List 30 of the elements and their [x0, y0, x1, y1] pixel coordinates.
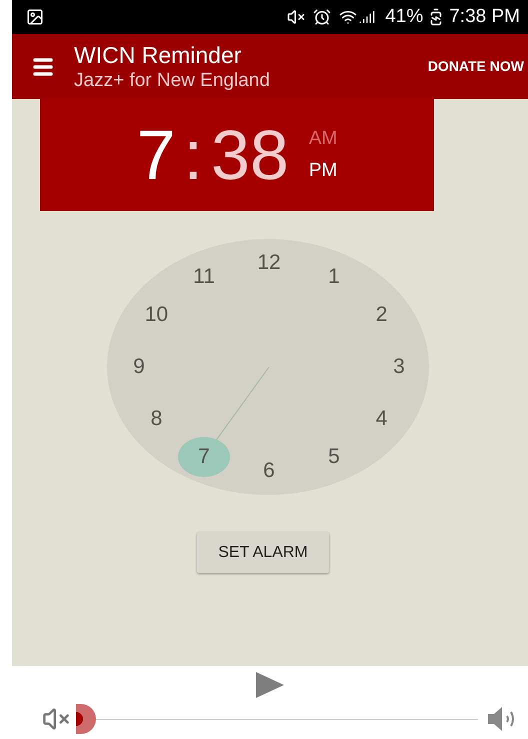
clock-number[interactable]: 5 [319, 444, 349, 470]
hour-display[interactable]: 7 [136, 120, 176, 190]
clock-number[interactable]: 2 [366, 302, 397, 328]
clock-number[interactable]: 12 [254, 250, 284, 276]
clock-number[interactable]: 6 [254, 458, 284, 484]
wifi-icon [339, 8, 358, 26]
play-icon[interactable] [255, 672, 285, 698]
clock-number[interactable]: 8 [141, 406, 172, 432]
time-separator: : [184, 120, 203, 190]
clock-number[interactable]: 3 [384, 354, 414, 380]
clock-number[interactable]: 1 [319, 264, 349, 290]
set-alarm-button[interactable]: SET ALARM [197, 532, 329, 573]
clock-number[interactable]: 11 [189, 264, 219, 290]
volume-thumb[interactable] [76, 704, 96, 734]
clock-number[interactable]: 10 [141, 302, 172, 328]
clock-number[interactable]: 7 [178, 437, 230, 478]
volume-slider[interactable] [76, 704, 478, 734]
status-time: 7:38 PM [449, 4, 520, 29]
minute-display[interactable]: 38 [211, 120, 289, 190]
clock-number[interactable]: 4 [366, 406, 397, 432]
battery-percent: 41% [385, 4, 424, 29]
app-title: WICN Reminder [74, 40, 242, 68]
app-subtitle: Jazz+ for New England [74, 68, 270, 92]
signal-icon [359, 9, 376, 25]
clock-number[interactable]: 9 [124, 354, 154, 380]
mute-icon [287, 8, 306, 26]
gallery-icon [26, 8, 44, 26]
alarm-icon [313, 8, 332, 26]
period-option[interactable]: PM [308, 157, 338, 186]
donate-button[interactable]: DONATE NOW [428, 56, 528, 77]
